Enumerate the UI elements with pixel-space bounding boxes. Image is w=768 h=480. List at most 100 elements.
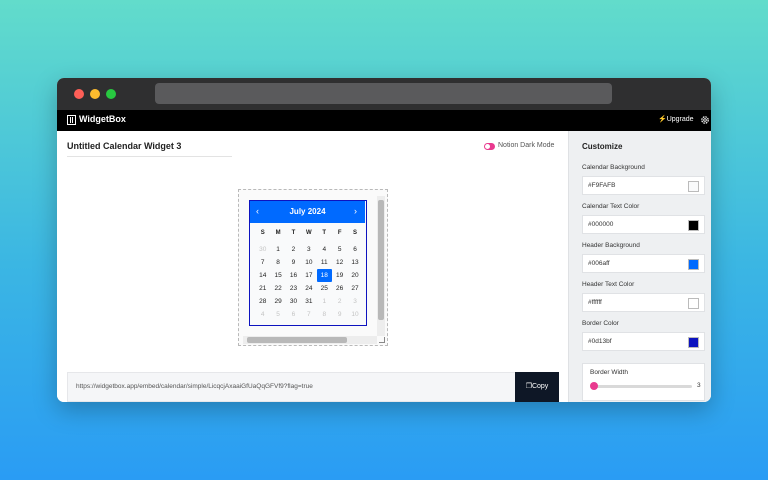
browser-window: WidgetBox ⚡Upgrade Untitled Calendar Wid… (57, 78, 711, 402)
calendar-grid: S M T W T F S 30 1 2 3 4 5 6 7 8 9 10 11… (255, 230, 363, 321)
week-row: 30 1 2 3 4 5 6 (255, 243, 363, 256)
embed-url-text[interactable]: https://widgetbox.app/embed/calendar/sim… (76, 383, 313, 390)
day-cell[interactable]: 21 (255, 282, 270, 295)
calendar-widget: ‹ July 2024 › S M T W T F S 30 1 2 3 4 5… (249, 200, 367, 326)
week-row: 28 29 30 31 1 2 3 (255, 295, 363, 308)
day-cell[interactable]: 11 (317, 256, 332, 269)
weekday-label: S (260, 230, 265, 236)
border-width-slider[interactable] (593, 385, 692, 388)
day-cell[interactable]: 9 (286, 256, 301, 269)
widget-title[interactable]: Untitled Calendar Widget 3 (67, 141, 181, 151)
day-cell[interactable]: 24 (301, 282, 316, 295)
week-row: 21 22 23 24 25 26 27 (255, 282, 363, 295)
customize-title: Customize (582, 142, 623, 151)
day-cell[interactable]: 13 (347, 256, 362, 269)
day-cell[interactable]: 14 (255, 269, 270, 282)
color-swatch[interactable] (688, 298, 699, 309)
day-cell[interactable]: 23 (286, 282, 301, 295)
day-cell[interactable]: 30 (286, 295, 301, 308)
vertical-scroll-thumb[interactable] (378, 200, 384, 320)
day-cell[interactable]: 6 (347, 243, 362, 256)
preview-vertical-scrollbar[interactable] (377, 196, 385, 336)
header-background-value: #006aff (588, 260, 610, 267)
day-cell[interactable]: 29 (270, 295, 285, 308)
border-width-label: Border Width (590, 369, 628, 376)
weekday-row: S M T W T F S (255, 230, 363, 243)
address-bar[interactable] (155, 83, 612, 104)
widget-preview: ‹ July 2024 › S M T W T F S 30 1 2 3 4 5… (238, 189, 388, 346)
editor-panel: Untitled Calendar Widget 3 Notion Dark M… (57, 131, 568, 402)
weekday-label: S (353, 230, 358, 236)
day-cell[interactable]: 19 (332, 269, 347, 282)
border-width-slider-thumb[interactable] (590, 382, 598, 390)
embed-url-field[interactable]: https://widgetbox.app/embed/calendar/sim… (67, 372, 515, 402)
customize-panel: Customize Calendar Background #F9FAFB Ca… (568, 131, 711, 402)
day-cell[interactable]: 7 (301, 308, 316, 321)
day-cell[interactable]: 15 (270, 269, 285, 282)
day-cell[interactable]: 8 (270, 256, 285, 269)
copy-button[interactable]: ❐Copy (515, 372, 559, 402)
day-cell[interactable]: 5 (270, 308, 285, 321)
preview-horizontal-scrollbar[interactable] (243, 336, 377, 344)
title-divider (67, 156, 232, 157)
day-cell[interactable]: 9 (332, 308, 347, 321)
day-cell[interactable]: 16 (286, 269, 301, 282)
color-swatch[interactable] (688, 220, 699, 231)
day-cell[interactable]: 30 (255, 243, 270, 256)
day-cell[interactable]: 12 (332, 256, 347, 269)
header-background-input[interactable]: #006aff (582, 254, 705, 273)
resize-handle[interactable] (379, 337, 385, 343)
day-cell[interactable]: 22 (270, 282, 285, 295)
border-color-input[interactable]: #0d13bf (582, 332, 705, 351)
upgrade-button[interactable]: ⚡Upgrade (658, 115, 694, 123)
day-cell[interactable]: 2 (286, 243, 301, 256)
day-cell[interactable]: 1 (317, 295, 332, 308)
week-row: 14 15 16 17 18 19 20 (255, 269, 363, 282)
day-cell-today[interactable]: 18 (316, 269, 332, 282)
month-label: July 2024 (289, 207, 326, 216)
day-cell[interactable]: 31 (301, 295, 316, 308)
close-window-button[interactable] (74, 89, 84, 99)
day-cell[interactable]: 8 (317, 308, 332, 321)
dark-mode-label: Notion Dark Mode (498, 142, 555, 149)
maximize-window-button[interactable] (106, 89, 116, 99)
dark-mode-toggle[interactable] (484, 143, 495, 150)
day-cell[interactable]: 6 (286, 308, 301, 321)
horizontal-scroll-thumb[interactable] (247, 337, 347, 343)
weekday-label: M (275, 230, 281, 236)
gear-icon[interactable] (700, 115, 710, 125)
day-cell[interactable]: 17 (301, 269, 316, 282)
minimize-window-button[interactable] (90, 89, 100, 99)
brand-name[interactable]: WidgetBox (79, 114, 126, 124)
color-swatch[interactable] (688, 337, 699, 348)
weekday-label: F (337, 230, 342, 236)
day-cell[interactable]: 20 (347, 269, 362, 282)
color-swatch[interactable] (688, 181, 699, 192)
day-cell[interactable]: 25 (317, 282, 332, 295)
calendar-background-input[interactable]: #F9FAFB (582, 176, 705, 195)
day-cell[interactable]: 26 (332, 282, 347, 295)
calendar-text-color-input[interactable]: #000000 (582, 215, 705, 234)
copy-label: Copy (531, 383, 549, 390)
day-cell[interactable]: 4 (317, 243, 332, 256)
calendar-text-color-value: #000000 (588, 221, 614, 228)
day-cell[interactable]: 28 (255, 295, 270, 308)
header-text-color-input[interactable]: #ffffff (582, 293, 705, 312)
day-cell[interactable]: 10 (301, 256, 316, 269)
color-swatch[interactable] (688, 259, 699, 270)
header-background-label: Header Background (582, 242, 640, 249)
day-cell[interactable]: 5 (332, 243, 347, 256)
header-text-color-label: Header Text Color (582, 281, 635, 288)
day-cell[interactable]: 7 (255, 256, 270, 269)
day-cell[interactable]: 1 (270, 243, 285, 256)
weekday-label: W (306, 230, 312, 236)
day-cell[interactable]: 10 (347, 308, 362, 321)
header-text-color-value: #ffffff (588, 299, 602, 306)
day-cell[interactable]: 3 (301, 243, 316, 256)
day-cell[interactable]: 3 (347, 295, 362, 308)
day-cell[interactable]: 4 (255, 308, 270, 321)
border-width-value: 3 (697, 382, 701, 389)
day-cell[interactable]: 27 (347, 282, 362, 295)
next-month-button[interactable]: › (354, 206, 357, 216)
day-cell[interactable]: 2 (332, 295, 347, 308)
